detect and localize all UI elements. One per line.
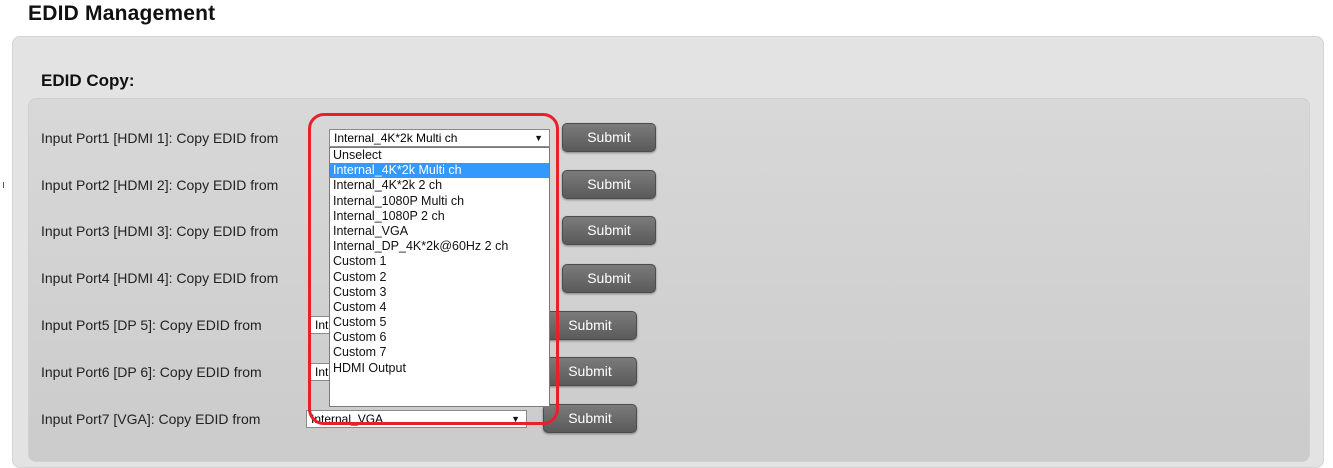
port3-label: Input Port3 [HDMI 3]: Copy EDID from: [41, 223, 279, 239]
port5-label: Input Port5 [DP 5]: Copy EDID from: [41, 317, 262, 333]
divider: [3, 182, 4, 188]
port1-label: Input Port1 [HDMI 1]: Copy EDID from: [41, 130, 279, 146]
red-highlight-annotation: [308, 113, 559, 425]
port7-label: Input Port7 [VGA]: Copy EDID from: [41, 411, 261, 427]
port4-label: Input Port4 [HDMI 4]: Copy EDID from: [41, 270, 279, 286]
port4-submit-button[interactable]: Submit: [562, 264, 656, 293]
port6-label: Input Port6 [DP 6]: Copy EDID from: [41, 364, 262, 380]
port1-submit-button[interactable]: Submit: [562, 123, 656, 152]
section-title: EDID Copy:: [41, 71, 135, 90]
port2-label: Input Port2 [HDMI 2]: Copy EDID from: [41, 177, 279, 193]
port3-submit-button[interactable]: Submit: [562, 216, 656, 245]
page-title: EDID Management: [28, 2, 216, 25]
port2-submit-button[interactable]: Submit: [562, 170, 656, 199]
